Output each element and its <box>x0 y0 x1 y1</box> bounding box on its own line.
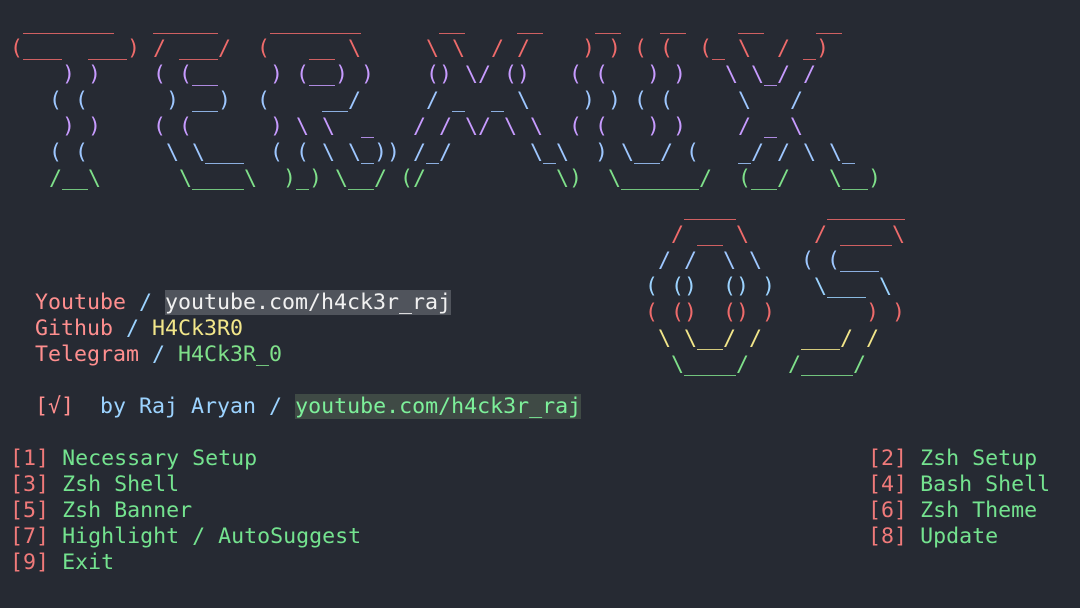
menu-item-1[interactable]: [1] Necessary Setup <box>10 446 361 472</box>
author-link[interactable]: youtube.com/h4ck3r_raj <box>295 394 582 419</box>
telegram-label: Telegram <box>35 342 140 367</box>
os-banner-line-2: / __ \ / ____\ <box>645 222 906 247</box>
menu-label-update: Update <box>920 524 999 549</box>
separator: / <box>139 342 179 367</box>
telegram-info-line: Telegram / H4Ck3R_0 <box>35 342 282 368</box>
termux-banner-line-4: ( ( ) __) ( __/ / _ _ \ ) ) ( ( \ / <box>10 88 804 113</box>
termux-banner-line-5: ) ) ( ( ) \ \ _ / / \/ \ \ ( ( ) ) / _ \ <box>10 114 804 139</box>
menu-item-6[interactable]: [6] Zsh Theme <box>868 498 1050 524</box>
separator: / <box>256 394 296 419</box>
github-info-line: Github / H4Ck3R0 <box>35 316 243 342</box>
check-mark: [√] <box>35 394 75 419</box>
telegram-value[interactable]: H4Ck3R_0 <box>178 342 282 367</box>
os-banner-line-3: / / \ \ ( (___ <box>645 248 880 273</box>
youtube-info-line: Youtube / youtube.com/h4ck3r_raj <box>35 290 452 316</box>
os-banner-line-5: ( () () ) ) ) <box>645 300 906 325</box>
os-banner-line-7: \____/ /____/ <box>645 352 867 377</box>
menu-label-zsh-banner: Zsh Banner <box>62 498 193 523</box>
menu-item-3[interactable]: [3] Zsh Shell <box>10 472 361 498</box>
menu-label-zsh-theme: Zsh Theme <box>920 498 1038 523</box>
separator: / <box>113 316 153 341</box>
menu-item-7[interactable]: [7] Highlight / AutoSuggest <box>10 524 361 550</box>
menu-label-necessary-setup: Necessary Setup <box>62 446 258 471</box>
os-banner-line-1: ____ ______ <box>645 196 906 221</box>
os-banner-line-4: ( () () ) \___ \ <box>645 274 893 299</box>
termux-banner-line-1: _______ _____ _______ __ __ __ __ __ __ <box>10 10 843 35</box>
youtube-link[interactable]: youtube.com/h4ck3r_raj <box>165 290 452 315</box>
menu-item-8[interactable]: [8] Update <box>868 524 1050 550</box>
terminal-window: _______ _____ _______ __ __ __ __ __ __ … <box>0 0 1080 608</box>
termux-banner-line-3: ) ) ( (__ ) (__) ) () \/ () ( ( ) ) \ \_… <box>10 62 817 87</box>
termux-banner-line-6: ( ( \ \___ ( ( \ \_)) /_/ \_\ ) \__/ ( _… <box>10 140 856 165</box>
menu-label-zsh-shell: Zsh Shell <box>62 472 180 497</box>
menu-label-highlight-autosuggest: Highlight / AutoSuggest <box>62 524 362 549</box>
menu-label-zsh-setup: Zsh Setup <box>920 446 1038 471</box>
menu-left-column: [1] Necessary Setup [3] Zsh Shell [5] Zs… <box>10 446 361 576</box>
os-banner-line-6: \ \__/ / ___/ / <box>645 326 880 351</box>
menu-item-2[interactable]: [2] Zsh Setup <box>868 446 1050 472</box>
menu-label-exit: Exit <box>62 550 115 575</box>
author-line: [√] by Raj Aryan / youtube.com/h4ck3r_ra… <box>35 394 582 420</box>
termux-banner-line-7: /__\ \____\ )_) \__/ (/ \) \______/ (__/… <box>10 166 882 191</box>
youtube-label: Youtube <box>35 290 127 315</box>
menu-right-column: [2] Zsh Setup [4] Bash Shell [6] Zsh The… <box>868 446 1050 550</box>
github-label: Github <box>35 316 114 341</box>
github-value[interactable]: H4Ck3R0 <box>152 316 243 341</box>
menu-item-4[interactable]: [4] Bash Shell <box>868 472 1050 498</box>
separator: / <box>126 290 166 315</box>
menu-item-5[interactable]: [5] Zsh Banner <box>10 498 361 524</box>
author-text: by Raj Aryan <box>100 394 257 419</box>
menu-label-bash-shell: Bash Shell <box>920 472 1051 497</box>
menu-item-9[interactable]: [9] Exit <box>10 550 361 576</box>
termux-banner-line-2: (___ ___) / ___/ ( __ \ \ \ / / ) ) ( ( … <box>10 36 830 61</box>
